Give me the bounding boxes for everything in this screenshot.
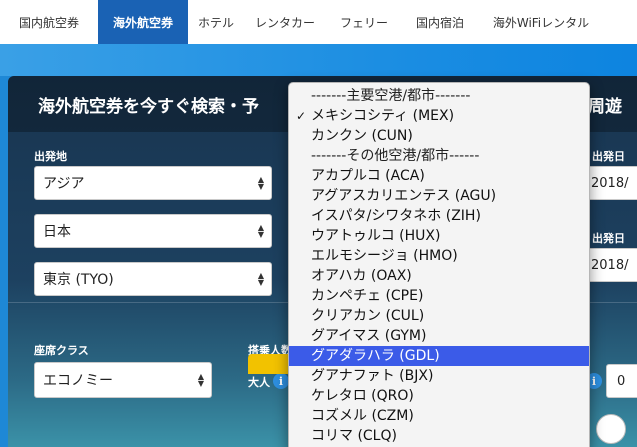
dropdown-option[interactable]: グアダラハラ (GDL) xyxy=(289,346,589,366)
dropdown-option-label: -------主要空港/都市------- xyxy=(311,88,471,104)
dropdown-option[interactable]: アカプルコ (ACA) xyxy=(289,166,589,186)
panel-title-right: 周遊 xyxy=(588,97,622,117)
depart-date-value: 2018/ xyxy=(591,175,629,191)
departure-label: 出発地 xyxy=(34,150,67,163)
tab-rental-car[interactable]: レンタカー xyxy=(244,0,326,44)
dropdown-option-label: オアハカ (OAX) xyxy=(311,268,412,284)
panel-title: 海外航空券を今すぐ検索・予 xyxy=(38,97,259,117)
checkmark-icon: ✓ xyxy=(296,109,307,123)
dropdown-option[interactable]: カンペチェ (CPE) xyxy=(289,286,589,306)
child-stepper[interactable] xyxy=(596,414,626,444)
dropdown-options: -------主要空港/都市------- ✓ メキシコシティ (MEX) カンクン … xyxy=(289,86,589,446)
select-arrows-icon: ▲ ▼ xyxy=(257,175,264,191)
dropdown-option-label: メキシコシティ (MEX) xyxy=(311,108,455,124)
dropdown-option-label: グアダラハラ (GDL) xyxy=(311,348,440,364)
dropdown-option-label: コリマ (CLQ) xyxy=(311,428,397,444)
dropdown-option-label: -------その他空港/都市------ xyxy=(311,148,480,164)
dropdown-option[interactable]: コリマ (CLQ) xyxy=(289,426,589,446)
tab-domestic-flights[interactable]: 国内航空券 xyxy=(0,0,98,44)
dropdown-option[interactable]: ✓ メキシコシティ (MEX) xyxy=(289,106,589,126)
depart-date-label: 出発日 xyxy=(592,150,625,163)
dropdown-option[interactable]: クリアカン (CUL) xyxy=(289,306,589,326)
dropdown-option[interactable]: コズメル (CZM) xyxy=(289,406,589,426)
dropdown-option-label: エルモシージョ (HMO) xyxy=(311,248,458,264)
top-nav: 国内航空券 海外航空券 ホテル レンタカー フェリー 国内宿泊 海外WiFiレン… xyxy=(0,0,637,44)
region-value: アジア xyxy=(43,176,85,192)
dropdown-option-label: クリアカン (CUL) xyxy=(311,308,425,324)
country-select[interactable]: 日本 ▲ ▼ xyxy=(34,214,272,248)
dropdown-option[interactable]: ウアトゥルコ (HUX) xyxy=(289,226,589,246)
return-date-value: 2018/ xyxy=(591,257,629,273)
country-value: 日本 xyxy=(43,224,71,240)
tab-ferry[interactable]: フェリー xyxy=(326,0,402,44)
dropdown-option-label: コズメル (CZM) xyxy=(311,408,414,424)
seat-class-label: 座席クラス xyxy=(34,344,89,357)
city-value: 東京 (TYO) xyxy=(43,272,114,288)
search-button[interactable] xyxy=(248,354,288,374)
dropdown-option-label: アグアスカリエンテス (AGU) xyxy=(311,188,497,204)
seat-class-value: エコノミー xyxy=(43,373,113,389)
return-date-label: 出発日 xyxy=(592,232,625,245)
dropdown-option[interactable]: オアハカ (OAX) xyxy=(289,266,589,286)
dropdown-option-label: ケレタロ (QRO) xyxy=(311,388,414,404)
tab-wifi-rental[interactable]: 海外WiFiレンタル xyxy=(478,0,604,44)
dropdown-option[interactable]: グアナファト (BJX) xyxy=(289,366,589,386)
select-arrows-icon: ▲ ▼ xyxy=(257,271,264,287)
info-icon[interactable]: i xyxy=(273,373,289,389)
dropdown-option[interactable]: カンクン (CUN) xyxy=(289,126,589,146)
dropdown-option-label: グアイマス (GYM) xyxy=(311,328,427,344)
dropdown-group-header: -------主要空港/都市------- xyxy=(289,86,589,106)
region-select[interactable]: アジア ▲ ▼ xyxy=(34,166,272,200)
dropdown-option-label: イスパタ/シワタネホ (ZIH) xyxy=(311,208,481,224)
header-band xyxy=(0,44,637,76)
tab-hotel[interactable]: ホテル xyxy=(188,0,244,44)
dropdown-option-label: アカプルコ (ACA) xyxy=(311,168,425,184)
dropdown-option[interactable]: アグアスカリエンテス (AGU) xyxy=(289,186,589,206)
child-count-value: 0 xyxy=(617,373,626,389)
dropdown-option-label: カンクン (CUN) xyxy=(311,128,413,144)
tab-domestic-stay[interactable]: 国内宿泊 xyxy=(402,0,478,44)
adult-label: 大人 xyxy=(248,376,270,389)
dropdown-option-label: カンペチェ (CPE) xyxy=(311,288,424,304)
dropdown-group-header: -------その他空港/都市------ xyxy=(289,146,589,166)
dropdown-option-label: ウアトゥルコ (HUX) xyxy=(311,228,441,244)
dropdown-option[interactable]: エルモシージョ (HMO) xyxy=(289,246,589,266)
select-arrows-icon: ▲ ▼ xyxy=(197,372,204,388)
dropdown-option[interactable]: グアイマス (GYM) xyxy=(289,326,589,346)
dropdown-option[interactable]: ケレタロ (QRO) xyxy=(289,386,589,406)
select-arrows-icon: ▲ ▼ xyxy=(257,223,264,239)
airport-dropdown-list[interactable]: -------主要空港/都市------- ✓ メキシコシティ (MEX) カンクン … xyxy=(288,82,590,447)
dropdown-option[interactable]: イスパタ/シワタネホ (ZIH) xyxy=(289,206,589,226)
tab-international-flights[interactable]: 海外航空券 xyxy=(98,0,188,44)
seat-class-select[interactable]: エコノミー ▲ ▼ xyxy=(34,362,212,398)
dropdown-option-label: グアナファト (BJX) xyxy=(311,368,434,384)
city-select[interactable]: 東京 (TYO) ▲ ▼ xyxy=(34,262,272,296)
child-count-field[interactable]: 0 xyxy=(606,364,637,398)
